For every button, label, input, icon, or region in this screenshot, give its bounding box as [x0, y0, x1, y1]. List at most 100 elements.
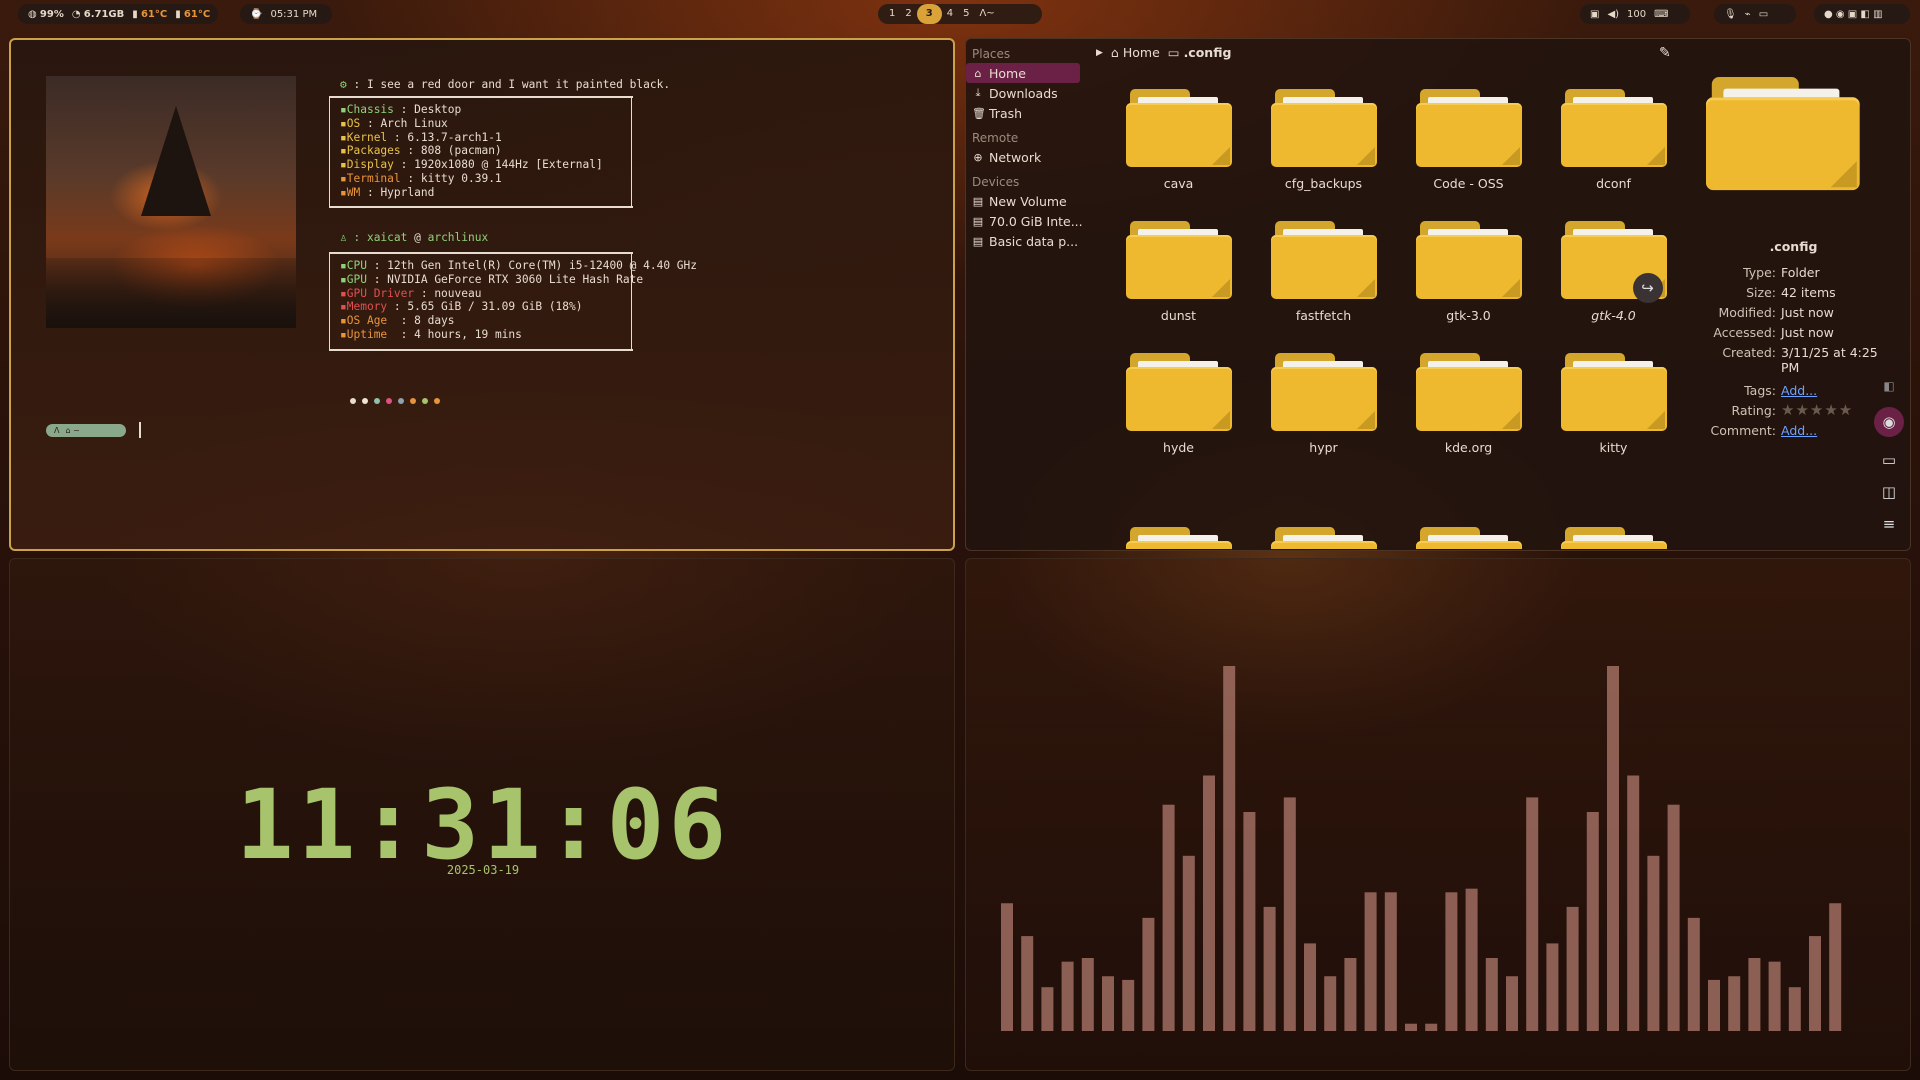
folder-name: cfg_backups	[1284, 176, 1363, 191]
breadcrumb-home[interactable]: ⌂ Home	[1111, 45, 1160, 60]
info-line: ▪CPU : 12th Gen Intel(R) Core(TM) i5-124…	[340, 259, 698, 272]
visualizer-bar	[1203, 775, 1215, 1031]
sidebar-item-internal-drive[interactable]: ▤ 70.0 GiB Inte...	[966, 211, 1084, 231]
sidebar-item-basic-data[interactable]: ▤ Basic data p...	[966, 231, 1084, 251]
hw-info: ▪CPU : 12th Gen Intel(R) Core(TM) i5-124…	[340, 259, 697, 342]
folder-icon	[1125, 221, 1232, 299]
fastfetch-image	[46, 76, 296, 328]
folder-name: cava	[1163, 176, 1194, 191]
drive-icon: ▤	[972, 234, 984, 248]
visualizer-bar	[1748, 958, 1761, 1031]
mem-stat: ◔ 6.71GB	[71, 8, 125, 20]
folder-item[interactable]	[1541, 527, 1686, 549]
close-panel-icon[interactable]: ◧	[1883, 379, 1894, 393]
visualizer-bar	[1182, 855, 1195, 1031]
visualizer-bar	[1405, 1023, 1417, 1031]
workspace-1[interactable]: 1	[884, 4, 900, 24]
network-icon: ⊕	[973, 150, 983, 164]
visualizer-bar	[1445, 892, 1458, 1031]
remote-header: Remote	[972, 131, 1019, 145]
info-line: ▪WM : Hyprland	[340, 185, 435, 199]
folder-item[interactable]: dunst	[1106, 221, 1251, 323]
visualizer-bar	[1324, 976, 1337, 1031]
folder-icon	[1415, 353, 1522, 431]
breadcrumb-current[interactable]: ▭ .config	[1168, 45, 1232, 60]
workspace-4[interactable]: 4	[942, 4, 958, 24]
palette-dot	[410, 398, 416, 404]
clock-widget[interactable]: ⌚ 05:31 PM	[240, 4, 332, 24]
info-line: ▪Uptime : 4 hours, 19 mins	[340, 327, 522, 341]
menu-icon[interactable]: ≡	[1883, 515, 1896, 533]
cursor[interactable]	[139, 422, 141, 438]
workspace-5[interactable]: 5	[958, 4, 974, 24]
info-size: 42 items	[1781, 285, 1836, 300]
visualizer-bar	[1384, 892, 1397, 1031]
folder-item[interactable]	[1396, 527, 1541, 549]
folder-item[interactable]: fastfetch	[1251, 221, 1396, 323]
chevron-right-icon[interactable]: ▶	[1096, 48, 1103, 58]
edit-path-icon[interactable]: ✎	[1659, 45, 1671, 61]
folder-icon[interactable]: ▭	[1882, 451, 1896, 469]
folder-item[interactable]: cava	[1106, 89, 1251, 191]
sidebar-item-new-volume[interactable]: ▤ New Volume	[966, 191, 1084, 211]
info-modified: Just now	[1781, 305, 1834, 320]
folder-item[interactable]: kde.org	[1396, 353, 1541, 455]
folder-item[interactable]: cfg_backups	[1251, 89, 1396, 191]
visualizer-bar	[1728, 976, 1741, 1031]
folder-grid: cava cfg_backups Code - OSS dconf dunst fastf…	[1106, 89, 1686, 455]
palette-dot	[422, 398, 428, 404]
shell-prompt: Λ ⌂ ~	[46, 424, 126, 437]
keyboard-icon[interactable]: ⌨	[1654, 9, 1668, 20]
folder-item[interactable]: dconf	[1541, 89, 1686, 191]
split-view-icon[interactable]: ◫	[1882, 483, 1896, 501]
info-line: ▪Memory : 5.65 GiB / 31.09 GiB (18%)	[340, 300, 583, 314]
sidebar-item-trash[interactable]: 🗑 Trash	[966, 103, 1084, 123]
palette-dot	[386, 398, 392, 404]
sidebar-item-network[interactable]: ⊕ Network	[966, 147, 1084, 167]
screen-icon[interactable]: ▭	[1759, 9, 1768, 20]
folder-item[interactable]: hyde	[1106, 353, 1251, 455]
folder-item[interactable]	[1251, 527, 1396, 549]
folder-icon	[1415, 527, 1522, 549]
visualizer-bar	[1485, 958, 1498, 1031]
display-icon[interactable]: ▣	[1590, 9, 1599, 20]
terminal-window[interactable]: ⚙ : I see a red door and I want it paint…	[9, 38, 955, 551]
trash-icon: 🗑	[972, 106, 986, 120]
folder-item[interactable]	[1106, 527, 1251, 549]
clock-date: 2025-03-19	[446, 863, 520, 877]
status-tray: 🎙 ⌁ ▭	[1714, 4, 1796, 24]
visualizer-bar	[1061, 961, 1074, 1031]
folder-item[interactable]: ↪ gtk-4.0	[1541, 221, 1686, 323]
folder-item[interactable]: kitty	[1541, 353, 1686, 455]
folder-item[interactable]: Code - OSS	[1396, 89, 1541, 191]
temp-stat-2: ▮ 61°C	[175, 8, 211, 20]
info-line: ▪GPU : NVIDIA GeForce RTX 3060 Lite Hash…	[340, 272, 644, 286]
mic-icon[interactable]: 🎙	[1724, 9, 1737, 20]
volume-icon[interactable]: ◀)	[1607, 9, 1619, 20]
file-manager-window[interactable]: Places ⌂ Home ⤓ Downloads 🗑 Trash Remote ⊕ N…	[965, 38, 1911, 551]
info-type: Folder	[1781, 265, 1820, 280]
visualizer-bar	[1344, 958, 1357, 1031]
sidebar-item-home[interactable]: ⌂ Home	[966, 63, 1080, 83]
folder-icon	[1125, 527, 1232, 549]
wifi-icon[interactable]: ⌁	[1745, 9, 1751, 20]
clock-window[interactable]: 11:31:06 2025-03-19	[9, 558, 955, 1071]
tray-icons[interactable]: ● ◉ ▣ ◧ ▥	[1824, 9, 1883, 20]
eye-icon[interactable]: ◉	[1874, 407, 1904, 437]
symlink-icon: ↪	[1632, 273, 1663, 303]
workspace-2[interactable]: 2	[900, 4, 916, 24]
info-accessed: Just now	[1781, 325, 1834, 340]
big-folder-icon	[1706, 77, 1860, 191]
folder-item[interactable]: hypr	[1251, 353, 1396, 455]
cava-visualizer-window[interactable]	[965, 558, 1911, 1071]
workspace-3[interactable]: 3	[916, 4, 942, 24]
palette-dot	[398, 398, 404, 404]
palette-dot	[350, 398, 356, 404]
visualizer-bar	[1687, 917, 1700, 1031]
places-header: Places	[972, 47, 1011, 61]
folder-item[interactable]: gtk-3.0	[1396, 221, 1541, 323]
sidebar-item-downloads[interactable]: ⤓ Downloads	[966, 83, 1084, 103]
arch-menu-icon[interactable]: Λ~	[974, 4, 999, 24]
visualizer-bar	[1506, 976, 1518, 1031]
visualizer-bar	[1465, 888, 1478, 1031]
